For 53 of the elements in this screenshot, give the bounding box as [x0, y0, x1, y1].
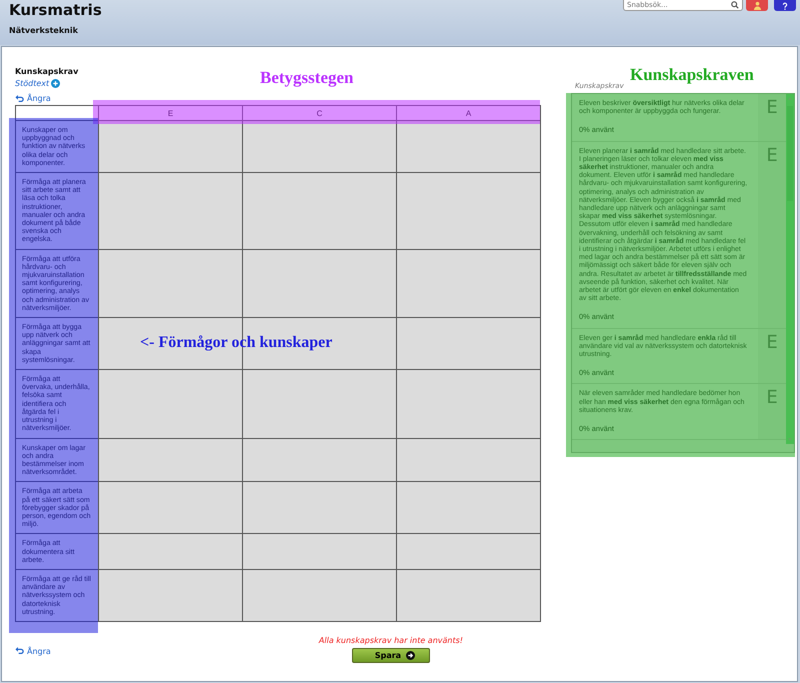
- drop-cell[interactable]: [98, 172, 243, 250]
- drop-cell[interactable]: [242, 534, 396, 570]
- drop-cell[interactable]: [98, 370, 243, 438]
- grade-letter: E: [766, 98, 778, 120]
- drop-cell[interactable]: [396, 370, 540, 438]
- drop-cell[interactable]: [98, 249, 243, 318]
- scrollbar[interactable]: [786, 94, 794, 444]
- drop-cell[interactable]: [396, 172, 540, 250]
- criteria-item[interactable]: [572, 142, 786, 329]
- drop-cell[interactable]: [242, 120, 396, 173]
- drop-cell[interactable]: [242, 482, 396, 534]
- undo-icon[interactable]: [15, 94, 24, 102]
- drop-cell[interactable]: [242, 569, 396, 622]
- drop-cell[interactable]: [396, 120, 540, 173]
- section-heading: Kunskapskrav: [15, 67, 80, 76]
- undo-link[interactable]: Ångra: [27, 646, 51, 656]
- drop-cell[interactable]: [396, 249, 540, 318]
- plus-icon[interactable]: [51, 79, 60, 88]
- user-button[interactable]: [746, 0, 768, 11]
- drop-cell[interactable]: [242, 172, 396, 250]
- column-header: E: [98, 106, 243, 120]
- drop-cell[interactable]: [242, 249, 396, 318]
- warning-message: Alla kunskapskrav har inte använts!: [318, 636, 463, 645]
- annotation-label: Kunskapskraven: [630, 65, 754, 85]
- course-name: Nätverksteknik: [9, 26, 79, 35]
- drop-cell[interactable]: [242, 438, 396, 482]
- drop-cell[interactable]: [396, 534, 540, 570]
- annotation-label: Betygsstegen: [260, 68, 354, 88]
- grade-letter: E: [766, 332, 778, 355]
- drop-cell[interactable]: [98, 569, 243, 622]
- drop-cell[interactable]: [98, 534, 243, 570]
- column-header: A: [396, 106, 540, 120]
- grade-letter: E: [766, 146, 778, 168]
- drop-cell[interactable]: [98, 120, 243, 173]
- help-text-link[interactable]: Stödtext: [15, 79, 50, 88]
- column-header: C: [242, 106, 396, 120]
- help-button[interactable]: [774, 0, 796, 11]
- drop-cell[interactable]: [396, 438, 540, 482]
- person-icon: [752, 1, 762, 10]
- grade-letter: E: [766, 388, 778, 410]
- search-icon: [731, 1, 739, 9]
- drop-cell[interactable]: [242, 370, 396, 438]
- drop-cell[interactable]: [396, 482, 540, 534]
- arrow-right-icon: [406, 650, 416, 660]
- drop-cell[interactable]: [396, 318, 540, 370]
- page-title: Kursmatris: [9, 1, 102, 19]
- drop-cell[interactable]: [98, 438, 243, 482]
- drop-cell[interactable]: [98, 482, 243, 534]
- save-button[interactable]: Spara: [352, 648, 430, 663]
- undo-icon[interactable]: [15, 647, 24, 656]
- drop-cell[interactable]: [396, 569, 540, 622]
- undo-link[interactable]: Ångra: [27, 94, 51, 103]
- help-icon: [781, 2, 789, 10]
